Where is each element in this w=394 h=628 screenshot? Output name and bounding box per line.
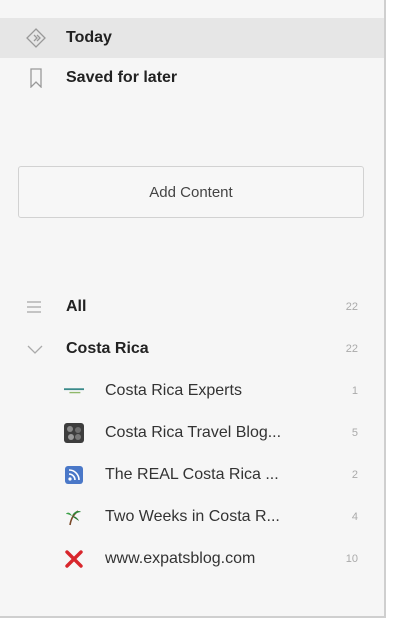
- feed-title: Costa Rica Travel Blog...: [105, 424, 282, 441]
- feed-title: The REAL Costa Rica ...: [105, 466, 279, 483]
- menu-lines-icon: [26, 297, 46, 317]
- x-logo-icon: [64, 549, 84, 569]
- unread-count: 22: [345, 343, 358, 355]
- feed-title: Two Weeks in Costa R...: [105, 508, 280, 525]
- bookmark-icon: [26, 68, 46, 89]
- today-icon: [26, 28, 46, 48]
- feed-item[interactable]: Costa Rica Experts 1: [0, 371, 384, 411]
- unread-count: 4: [351, 511, 358, 523]
- unread-count: 22: [345, 301, 358, 313]
- list-item-all[interactable]: All 22: [0, 287, 384, 327]
- feed-title: www.expatsblog.com: [105, 550, 256, 567]
- feed-title: Costa Rica Experts: [105, 382, 242, 399]
- unread-count: 2: [351, 469, 358, 481]
- feed-item[interactable]: www.expatsblog.com 10: [0, 539, 384, 579]
- travel-blog-favicon-icon: [64, 423, 84, 443]
- feed-item[interactable]: The REAL Costa Rica ... 2: [0, 455, 384, 495]
- rss-icon: [64, 465, 84, 485]
- unread-count: 10: [345, 553, 358, 565]
- chevron-down-icon[interactable]: [26, 339, 46, 359]
- nav-item-today-label: Today: [66, 29, 112, 46]
- add-content-button[interactable]: Add Content: [18, 166, 364, 218]
- nav-item-today[interactable]: Today: [0, 18, 384, 58]
- category-label: Costa Rica: [66, 340, 149, 357]
- sidebar-panel: Today Saved for later Add Content All 22: [0, 0, 386, 618]
- unread-count: 5: [351, 427, 358, 439]
- palm-leaf-icon: [64, 507, 84, 527]
- unread-count: 1: [351, 385, 358, 397]
- nav-item-saved-for-later[interactable]: Saved for later: [0, 58, 384, 98]
- nav-item-saved-label: Saved for later: [66, 69, 178, 86]
- feed-item[interactable]: Two Weeks in Costa R... 4: [0, 497, 384, 537]
- feed-item[interactable]: Costa Rica Travel Blog... 5: [0, 413, 384, 453]
- list-item-all-label: All: [66, 298, 87, 315]
- category-costa-rica[interactable]: Costa Rica 22: [0, 329, 384, 369]
- costa-rica-experts-logo-icon: [64, 381, 84, 401]
